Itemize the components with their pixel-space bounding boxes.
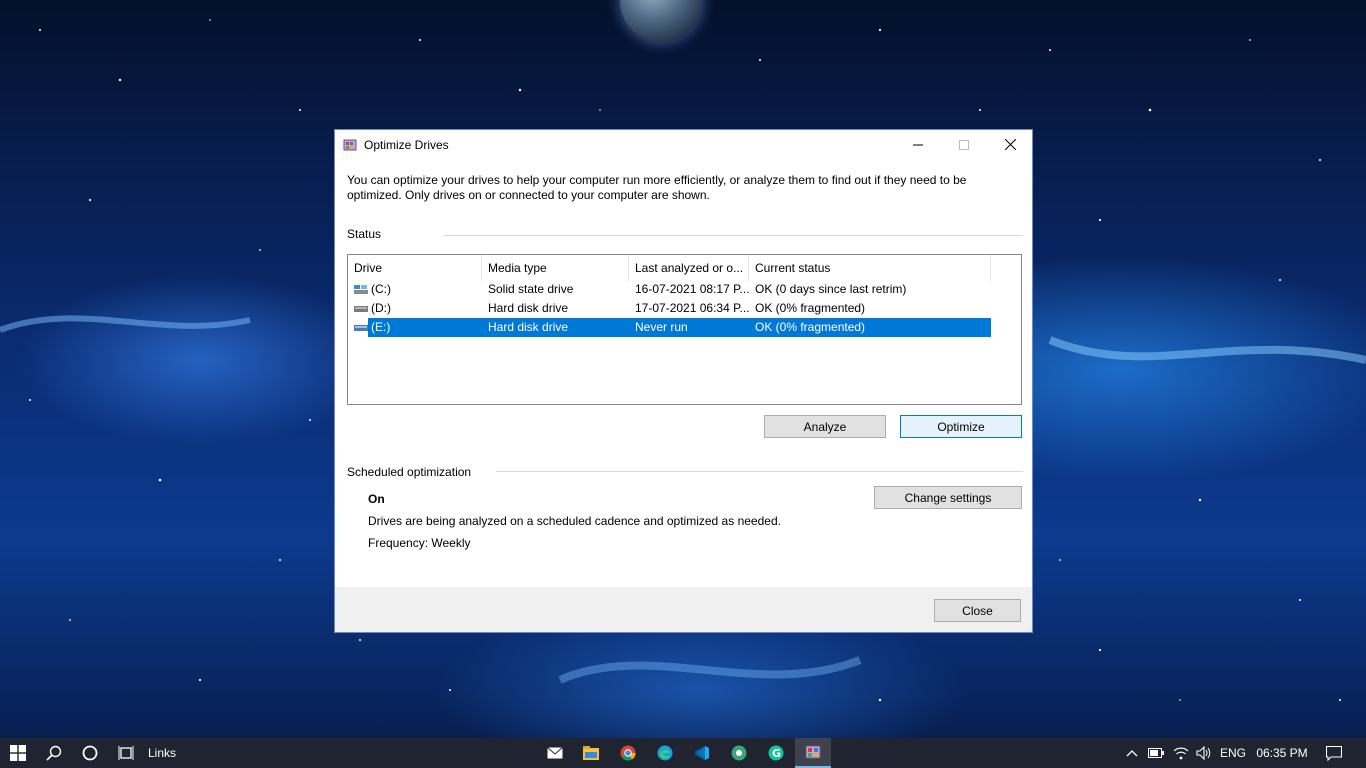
drive-row-c[interactable]: (C:) Solid state drive 16-07-2021 08:17 … — [348, 280, 991, 299]
show-hidden-icons-button[interactable] — [1121, 738, 1143, 768]
drive-media-type: Hard disk drive — [488, 320, 569, 334]
edge-icon — [657, 745, 673, 761]
task-view-button[interactable] — [108, 738, 144, 768]
intro-text: You can optimize your drives to help you… — [347, 173, 967, 202]
language-indicator: ENG — [1219, 746, 1246, 760]
title-bar[interactable]: Optimize Drives — [335, 130, 1032, 160]
drive-last-analyzed: 16-07-2021 08:17 P... — [635, 282, 749, 296]
volume-button[interactable] — [1193, 738, 1215, 768]
column-media-type[interactable]: Media type — [482, 255, 629, 281]
cortana-icon — [82, 745, 98, 761]
cortana-button[interactable] — [72, 738, 108, 768]
schedule-description: Drives are being analyzed on a scheduled… — [368, 514, 781, 528]
network-button[interactable] — [1170, 738, 1192, 768]
speaker-icon — [1196, 746, 1211, 760]
drive-media-type: Hard disk drive — [488, 301, 569, 315]
defrag-icon — [805, 745, 821, 759]
taskbar-app-green[interactable] — [721, 738, 757, 768]
dialog-footer: Close — [335, 587, 1032, 632]
defrag-app-icon — [343, 139, 357, 151]
taskbar-app-chrome[interactable] — [610, 738, 646, 768]
drive-current-status: OK (0% fragmented) — [755, 320, 866, 334]
clock-button[interactable]: 06:35 PM — [1252, 738, 1312, 768]
links-toolbar[interactable]: Links — [144, 738, 180, 768]
schedule-state: On — [368, 492, 385, 506]
optimize-button[interactable]: Optimize — [900, 415, 1022, 438]
drive-name: (D:) — [371, 301, 391, 315]
drive-last-analyzed: 17-07-2021 06:34 P... — [635, 301, 749, 315]
taskbar-app-edge[interactable] — [647, 738, 683, 768]
close-window-button[interactable] — [987, 130, 1033, 159]
change-settings-button[interactable]: Change settings — [874, 486, 1022, 509]
svg-text:G: G — [772, 747, 781, 760]
analyze-button[interactable]: Analyze — [764, 415, 886, 438]
drive-current-status: OK (0% fragmented) — [755, 301, 866, 315]
grammarly-icon: G — [768, 745, 784, 761]
scheduled-optimization-label: Scheduled optimization — [347, 465, 472, 479]
drive-row-d[interactable]: (D:) Hard disk drive 17-07-2021 06:34 P.… — [348, 299, 991, 318]
minimize-icon — [913, 144, 923, 145]
file-explorer-icon — [583, 746, 599, 760]
scheduled-divider — [496, 471, 1023, 472]
app-icon — [731, 745, 747, 761]
vscode-icon — [695, 746, 709, 760]
links-label: Links — [147, 746, 176, 760]
taskbar-app-grammarly[interactable]: G — [758, 738, 794, 768]
taskbar-app-vscode[interactable] — [684, 738, 720, 768]
taskbar: Links G ENG 06:35 PM — [0, 738, 1366, 768]
column-current-status[interactable]: Current status — [749, 255, 991, 281]
mail-icon — [547, 747, 563, 759]
drive-list[interactable]: Drive Media type Last analyzed or o... C… — [347, 254, 1022, 405]
close-button[interactable]: Close — [934, 599, 1021, 622]
window-title: Optimize Drives — [364, 138, 449, 152]
minimize-button[interactable] — [895, 130, 941, 159]
drive-last-analyzed: Never run — [635, 320, 688, 334]
battery-icon — [1148, 748, 1164, 758]
drive-name: (E:) — [371, 320, 391, 334]
action-center-button[interactable] — [1318, 738, 1350, 768]
taskbar-app-optimize-drives[interactable] — [795, 738, 831, 768]
schedule-frequency: Frequency: Weekly — [368, 536, 471, 550]
maximize-icon — [959, 139, 969, 150]
drive-list-header: Drive Media type Last analyzed or o... C… — [348, 255, 991, 281]
status-divider — [443, 235, 1023, 236]
optimize-drives-window: Optimize Drives You can optimize your dr… — [334, 129, 1033, 633]
column-last-analyzed[interactable]: Last analyzed or o... — [629, 255, 749, 281]
wifi-icon — [1173, 747, 1189, 760]
drive-media-type: Solid state drive — [488, 282, 574, 296]
notification-icon — [1326, 745, 1342, 761]
battery-button[interactable] — [1144, 738, 1168, 768]
input-language-button[interactable]: ENG — [1217, 738, 1249, 768]
maximize-button — [941, 130, 987, 159]
close-icon — [1004, 139, 1016, 150]
clock-time: 06:35 PM — [1256, 746, 1308, 760]
chrome-icon — [620, 745, 636, 761]
drive-row-e[interactable]: (E:) Hard disk drive Never run OK (0% fr… — [348, 318, 991, 337]
start-button[interactable] — [0, 738, 36, 768]
taskbar-app-mail[interactable] — [537, 738, 573, 768]
drive-name: (C:) — [371, 282, 391, 296]
chevron-up-icon — [1126, 750, 1138, 757]
search-button[interactable] — [36, 738, 72, 768]
drive-current-status: OK (0 days since last retrim) — [755, 282, 907, 296]
windows-logo-icon — [10, 745, 26, 761]
status-label: Status — [347, 227, 382, 241]
taskbar-app-file-explorer[interactable] — [573, 738, 609, 768]
search-icon — [46, 745, 62, 761]
task-view-icon — [118, 746, 134, 760]
column-drive[interactable]: Drive — [348, 255, 482, 281]
